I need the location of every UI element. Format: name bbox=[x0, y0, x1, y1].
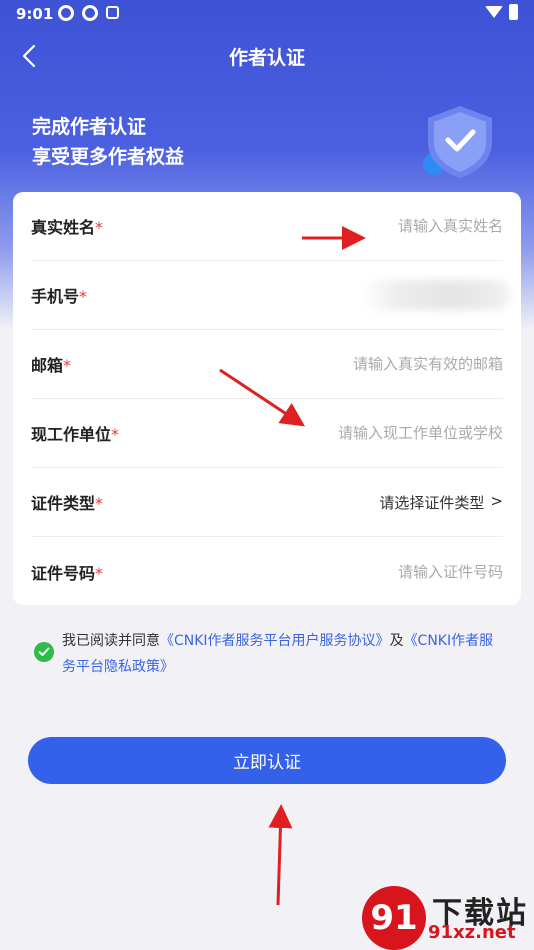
user-agreement-link[interactable]: 《CNKI作者服务平台用户服务协议》 bbox=[160, 633, 390, 649]
id-type-label: 证件类型* bbox=[31, 494, 104, 513]
real-name-input[interactable] bbox=[263, 217, 503, 235]
system-icons bbox=[485, 4, 518, 20]
id-number-label: 证件号码* bbox=[31, 563, 104, 583]
form-row-email: 邮箱* bbox=[31, 330, 503, 399]
form-row-id-type: 证件类型* 请选择证件类型 > bbox=[31, 468, 503, 537]
form-row-workplace: 现工作单位* bbox=[31, 399, 503, 468]
hero-text: 完成作者认证 享受更多作者权益 bbox=[32, 112, 184, 172]
id-type-select-text: 请选择证件类型 bbox=[379, 493, 485, 512]
workplace-label: 现工作单位* bbox=[31, 425, 120, 444]
form-row-real-name: 真实姓名* bbox=[31, 192, 503, 261]
status-bar: 9:01 bbox=[0, 0, 534, 28]
submit-verification-button[interactable]: 立即认证 bbox=[28, 737, 506, 784]
id-number-input[interactable] bbox=[263, 562, 503, 581]
sync-icon bbox=[82, 5, 98, 21]
real-name-label: 真实姓名* bbox=[31, 218, 104, 237]
form-row-id-number: 证件号码* bbox=[31, 537, 503, 606]
agreement-text: 我已阅读并同意《CNKI作者服务平台用户服务协议》及《CNKI作者服务平台隐私政… bbox=[62, 633, 494, 675]
status-time: 9:01 bbox=[16, 5, 54, 23]
page-title: 作者认证 bbox=[228, 47, 305, 69]
email-label: 邮箱* bbox=[31, 356, 72, 375]
nav-bar: 作者认证 bbox=[0, 34, 534, 78]
sync-icon bbox=[58, 5, 74, 21]
chevron-right-icon: > bbox=[490, 491, 503, 510]
wifi-icon bbox=[485, 6, 503, 18]
hero-line-1: 完成作者认证 bbox=[32, 116, 147, 138]
phone-input[interactable] bbox=[361, 280, 511, 310]
app-notification-icon bbox=[106, 6, 119, 19]
email-input[interactable] bbox=[263, 355, 503, 373]
form-row-phone: 手机号* bbox=[31, 261, 511, 330]
agreement-checkbox[interactable] bbox=[34, 642, 54, 662]
watermark-site: 91xz.net bbox=[428, 922, 516, 943]
shield-check-icon bbox=[423, 106, 492, 178]
notification-icons bbox=[58, 5, 119, 21]
watermark-logo: 91 bbox=[362, 886, 426, 950]
watermark: 91 下载站 91xz.net bbox=[362, 880, 534, 950]
battery-icon bbox=[509, 4, 518, 20]
agreement: 我已阅读并同意《CNKI作者服务平台用户服务协议》及《CNKI作者服务平台隐私政… bbox=[34, 628, 504, 680]
check-icon bbox=[38, 647, 50, 656]
hero-line-2: 享受更多作者权益 bbox=[32, 146, 185, 168]
id-type-select[interactable]: 请选择证件类型 > bbox=[379, 492, 503, 513]
phone-label: 手机号* bbox=[31, 287, 88, 306]
annotation-arrow bbox=[268, 804, 293, 906]
workplace-input[interactable] bbox=[263, 424, 503, 442]
verification-form: 真实姓名* 手机号* 邮箱* 现工作单位* 证件类型* 请选择证件类型 > 证件… bbox=[13, 192, 521, 605]
